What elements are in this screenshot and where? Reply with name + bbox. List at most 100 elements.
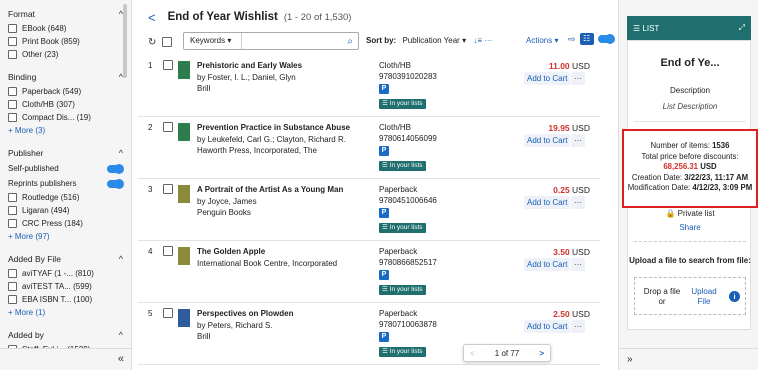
- book-title[interactable]: The Golden Apple: [197, 247, 265, 256]
- chevron-up-icon[interactable]: ^: [119, 330, 123, 340]
- filter-group-header[interactable]: Added by ^: [8, 327, 123, 343]
- filter-option-label: aviTEST TA... (599): [22, 282, 92, 291]
- filter-option-label: Ligaran (494): [22, 206, 70, 215]
- filter-option[interactable]: EBA ISBN T... (100): [8, 293, 123, 306]
- add-to-cart-button[interactable]: Add to Cart: [524, 134, 571, 147]
- list-view-icon[interactable]: ☷: [579, 33, 594, 45]
- checkbox[interactable]: [8, 113, 17, 122]
- filter-option[interactable]: Other (23): [8, 48, 123, 61]
- more-options-button[interactable]: ···: [571, 72, 585, 85]
- prev-page-button[interactable]: <: [470, 349, 475, 358]
- book-price: 3.50 USD: [553, 247, 590, 257]
- checkbox[interactable]: [8, 193, 17, 202]
- checkbox[interactable]: [8, 37, 17, 46]
- add-to-cart-button[interactable]: Add to Cart: [524, 320, 571, 333]
- filter-group-header[interactable]: Added By File ^: [8, 251, 123, 267]
- chevron-up-icon[interactable]: ^: [119, 148, 123, 158]
- sort-select[interactable]: Publication Year ▾: [402, 36, 466, 45]
- more-options-button[interactable]: ···: [571, 320, 585, 333]
- book-cover[interactable]: [178, 123, 190, 141]
- row-checkbox[interactable]: [163, 122, 173, 132]
- view-toggle[interactable]: [597, 34, 615, 44]
- filter-option[interactable]: Routledge (516): [8, 191, 123, 204]
- info-icon[interactable]: i: [729, 291, 740, 302]
- checkbox[interactable]: [8, 282, 17, 291]
- book-title[interactable]: Perspectives on Plowden: [197, 309, 293, 318]
- filter-option[interactable]: Compact Dis... (19): [8, 111, 123, 124]
- filter-option[interactable]: aviTYAF (1 -... (810): [8, 267, 123, 280]
- search-icon[interactable]: ⌕: [347, 36, 358, 47]
- in-lists-badge[interactable]: ☰ In your lists: [379, 161, 426, 171]
- book-isbn: 9780710063878: [379, 320, 437, 329]
- more-link[interactable]: + More (97): [8, 230, 123, 243]
- back-chevron-icon[interactable]: <: [148, 10, 156, 25]
- in-lists-badge[interactable]: ☰ In your lists: [379, 223, 426, 233]
- checkbox[interactable]: [8, 219, 17, 228]
- book-cover[interactable]: [178, 247, 190, 265]
- more-link[interactable]: + More (3): [8, 124, 123, 137]
- filter-option[interactable]: Paperback (549): [8, 85, 123, 98]
- filter-option[interactable]: Ligaran (494): [8, 204, 123, 217]
- checkbox[interactable]: [8, 269, 17, 278]
- add-to-cart-button[interactable]: Add to Cart: [524, 196, 571, 209]
- checkbox[interactable]: [8, 295, 17, 304]
- price-amount: 11.00: [548, 61, 570, 71]
- book-title[interactable]: A Portrait of the Artist As a Young Man: [197, 185, 343, 194]
- next-page-button[interactable]: >: [539, 349, 544, 358]
- more-options-button[interactable]: ···: [571, 258, 585, 271]
- more-options-button[interactable]: ···: [571, 134, 585, 147]
- add-to-cart-button[interactable]: Add to Cart: [524, 258, 571, 271]
- checkbox[interactable]: [8, 24, 17, 33]
- keyword-select[interactable]: Keywords ▾: [184, 33, 242, 49]
- reprints-toggle[interactable]: [107, 178, 124, 189]
- filter-group-header[interactable]: Binding ^: [8, 69, 123, 85]
- upload-file-link[interactable]: Upload File: [687, 287, 721, 307]
- expand-panel-icon[interactable]: »: [627, 354, 633, 365]
- book-cover[interactable]: [178, 309, 190, 327]
- self-published-toggle[interactable]: [107, 163, 124, 174]
- checkbox[interactable]: [8, 100, 17, 109]
- book-title[interactable]: Prehistoric and Early Wales: [197, 61, 302, 70]
- row-checkbox[interactable]: [163, 246, 173, 256]
- in-lists-badge[interactable]: ☰ In your lists: [379, 99, 426, 109]
- filter-group-header[interactable]: Format ^: [8, 6, 123, 22]
- book-author: by Peters, Richard S.: [197, 321, 273, 330]
- expand-icon[interactable]: ⤢: [739, 23, 745, 33]
- book-cover[interactable]: [178, 61, 190, 79]
- share-link[interactable]: Share: [628, 223, 752, 232]
- filter-option[interactable]: aviTEST TA... (599): [8, 280, 123, 293]
- row-checkbox[interactable]: [163, 308, 173, 318]
- filter-option[interactable]: Print Book (859): [8, 35, 123, 48]
- select-all-checkbox[interactable]: [162, 37, 173, 47]
- refresh-icon[interactable]: ↻: [148, 37, 156, 48]
- file-drop-zone[interactable]: Drop a file or Upload File i: [634, 277, 746, 315]
- filter-option[interactable]: CRC Press (184): [8, 217, 123, 230]
- more-options-button[interactable]: ···: [571, 196, 585, 209]
- add-to-cart-button[interactable]: Add to Cart: [524, 72, 571, 85]
- filter-group-title: Format: [8, 9, 35, 19]
- in-lists-badge[interactable]: ☰ In your lists: [379, 285, 426, 295]
- filter-group-header[interactable]: Publisher ^: [8, 145, 123, 161]
- export-icon[interactable]: ⇨: [568, 34, 576, 45]
- filter-option[interactable]: EBook (648): [8, 22, 123, 35]
- panel-header-label-wrap: ☰ LIST: [633, 24, 659, 33]
- book-cover[interactable]: [178, 185, 190, 203]
- sort-direction-icon[interactable]: ↓≡ ···: [473, 36, 492, 45]
- price-currency: USD: [572, 309, 590, 319]
- sidebar-scrollbar[interactable]: [123, 4, 127, 78]
- row-checkbox[interactable]: [163, 60, 173, 70]
- in-lists-badge[interactable]: ☰ In your lists: [379, 347, 426, 357]
- checkbox[interactable]: [8, 50, 17, 59]
- collapse-sidebar-icon[interactable]: «: [118, 353, 124, 365]
- chevron-up-icon[interactable]: ^: [119, 254, 123, 264]
- row-number: 4: [148, 247, 153, 256]
- row-checkbox[interactable]: [163, 184, 173, 194]
- price-amount: 0.25: [553, 185, 570, 195]
- checkbox[interactable]: [8, 87, 17, 96]
- checkbox[interactable]: [8, 206, 17, 215]
- filter-option[interactable]: Cloth/HB (307): [8, 98, 123, 111]
- actions-menu[interactable]: Actions ▾: [526, 36, 558, 45]
- book-title[interactable]: Prevention Practice in Substance Abuse: [197, 123, 350, 132]
- filter-option-label: Compact Dis... (19): [22, 113, 91, 122]
- more-link[interactable]: + More (1): [8, 306, 123, 319]
